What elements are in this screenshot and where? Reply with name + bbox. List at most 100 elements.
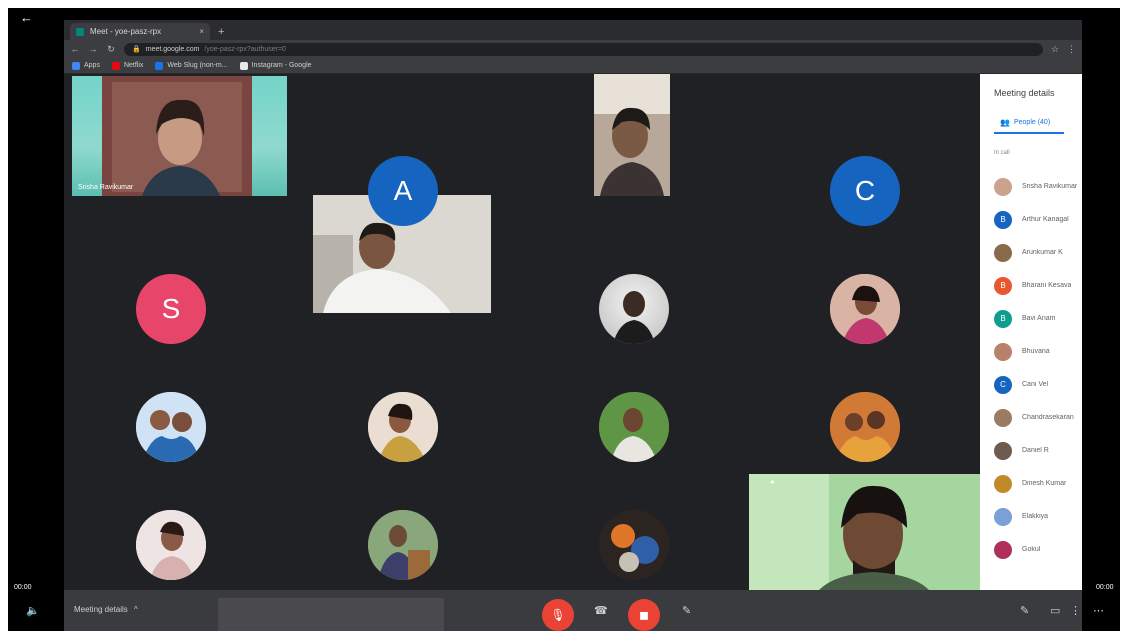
call-controls-bar: Meeting details ^ 🎙 ☎ ◼ ✎ ✎ ▭ ⋮ [64, 590, 1082, 631]
bookmark-item[interactable]: Web Slug (non-m... [155, 61, 228, 70]
more-icon[interactable]: ⋮ [1070, 604, 1081, 617]
blurred-region [218, 598, 444, 631]
bookmark-label: Web Slug (non-m... [167, 62, 228, 69]
bookmark-item[interactable]: Instagram - Google [239, 61, 312, 70]
lock-icon: 🔒 [132, 46, 141, 53]
participant-item[interactable]: B Bavi Anam [994, 302, 1082, 335]
participant-name: Bhuvana [1022, 348, 1050, 355]
participant-name: Srisha Ravikumar [1022, 183, 1078, 190]
mic-off-button[interactable]: 🎙 [542, 599, 574, 631]
new-tab-icon[interactable]: + [218, 26, 224, 38]
avatar-s[interactable]: S [136, 274, 206, 344]
bookmark-favicon-icon [72, 61, 80, 70]
hang-up-icon[interactable]: ☎ [594, 604, 608, 617]
back-arrow-icon[interactable]: ← [20, 10, 33, 25]
avatar-photo[interactable] [368, 510, 438, 580]
close-icon[interactable]: × [199, 27, 204, 36]
fullscreen-icon[interactable]: ⋯ [1093, 604, 1104, 617]
time-total: 00:00 [1096, 584, 1114, 591]
bookmarks-bar: Apps Netflix Web Slug (non-m... Instagram -… [64, 58, 1082, 74]
panel-title: Meeting details [994, 88, 1055, 98]
avatar-letter: C [854, 175, 876, 206]
video-tile-srisha[interactable]: Srisha Ravikumar [72, 76, 287, 196]
chevron-up-icon: ^ [133, 605, 138, 614]
bookmark-label: Netflix [123, 62, 144, 69]
bookmark-item[interactable]: Apps [72, 61, 100, 70]
tab-meet[interactable]: Meet - yoe-pasz-rpx × [70, 23, 210, 40]
meet-grid: Srisha Ravikumar ✦ A C S Meeting details… [64, 74, 1082, 590]
tab-underline [994, 132, 1064, 134]
bookmark-favicon-icon [155, 61, 164, 70]
participant-video [102, 76, 252, 196]
bookmark-favicon-icon [111, 61, 120, 70]
participant-item[interactable]: Dinesh Kumar [994, 467, 1082, 500]
participant-name: Chandrasekaran [1022, 414, 1074, 421]
bookmark-label: Apps [84, 62, 100, 69]
avatar-photo[interactable] [136, 392, 206, 462]
participant-item[interactable]: Elakkiya [994, 500, 1082, 533]
forward-icon[interactable]: → [88, 44, 98, 54]
participant-item[interactable]: C Cani Vel [994, 368, 1082, 401]
video-tile-self[interactable]: ✦ [749, 474, 982, 590]
avatar-photo[interactable] [368, 392, 438, 462]
address-bar: ← → ↻ 🔒 meet.google.com /yoe-pasz-rpx?au… [64, 40, 1082, 58]
url-path: /yoe-pasz-rpx?authuser=0 [204, 45, 286, 53]
tab-people[interactable]: 👥 People (40) [1000, 118, 1050, 127]
participant-video [594, 74, 670, 196]
participant-avatar: B [994, 276, 1012, 295]
camera-off-icon: ◼ [639, 608, 649, 622]
star-icon[interactable]: ☆ [1051, 44, 1059, 55]
avatar-photo[interactable] [830, 274, 900, 344]
meet-favicon-icon [76, 27, 84, 36]
participant-item[interactable]: Srisha Ravikumar [994, 170, 1082, 203]
menu-icon[interactable]: ⋮ [1067, 44, 1076, 55]
volume-icon[interactable]: 🔈 [26, 604, 40, 617]
participant-item[interactable]: Daniel R [994, 434, 1082, 467]
avatar-photo[interactable] [136, 510, 206, 580]
tab-people-label: People (40) [1013, 119, 1051, 126]
avatar-letter: A [393, 175, 413, 206]
participant-item[interactable]: Gokul [994, 533, 1082, 566]
bookmark-item[interactable]: Netflix [111, 61, 144, 70]
avatar-photo[interactable] [599, 510, 669, 580]
participant-item[interactable]: Bhuvana [994, 335, 1082, 368]
camera-off-button[interactable]: ◼ [628, 599, 660, 631]
participant-name: Gokul [1022, 546, 1041, 553]
participant-name: Cani Vel [1022, 381, 1049, 388]
captions-icon[interactable]: ✎ [682, 604, 691, 617]
participant-avatar [994, 408, 1012, 427]
side-panel: Meeting details 👥 People (40) In call Sr… [980, 74, 1082, 590]
participant-avatar [994, 243, 1012, 262]
people-icon: 👥 [1000, 118, 1010, 127]
pin-icon[interactable]: ✦ [769, 478, 776, 487]
present-icon[interactable]: ▭ [1050, 604, 1060, 617]
pen-icon[interactable]: ✎ [1020, 604, 1029, 617]
avatar-c[interactable]: C [830, 156, 900, 226]
avatar-photo[interactable] [599, 392, 669, 462]
section-label: In call [994, 150, 1010, 156]
avatar-a[interactable]: A [368, 156, 438, 226]
participant-item[interactable]: B Arthur Kanagal [994, 203, 1082, 236]
reload-icon[interactable]: ↻ [106, 44, 116, 55]
mic-off-icon: 🎙 [550, 608, 566, 622]
video-tile-participant-2[interactable] [594, 74, 670, 196]
avatar-photo[interactable] [599, 274, 669, 344]
participant-name: Daniel R [1022, 447, 1049, 454]
participant-name: Elakkiya [1022, 513, 1049, 520]
avatar-letter: S [161, 293, 181, 324]
meeting-details-button[interactable]: Meeting details ^ [74, 605, 138, 614]
url-field[interactable]: 🔒 meet.google.com /yoe-pasz-rpx?authuser… [124, 42, 1043, 56]
time-elapsed: 00:00 [14, 584, 32, 591]
participant-avatar: B [994, 309, 1012, 328]
participant-avatar [994, 177, 1012, 196]
participant-avatar [994, 342, 1012, 361]
tile-name-label: Srisha Ravikumar [78, 184, 134, 191]
avatar-photo[interactable] [830, 392, 900, 462]
participant-avatar [994, 540, 1012, 559]
participant-avatar [994, 507, 1012, 526]
back-icon[interactable]: ← [70, 44, 80, 54]
participant-item[interactable]: Chandrasekaran [994, 401, 1082, 434]
participant-name: Bavi Anam [1022, 315, 1056, 322]
participant-item[interactable]: Arunkumar K [994, 236, 1082, 269]
participant-item[interactable]: B Bharani Kesava [994, 269, 1082, 302]
